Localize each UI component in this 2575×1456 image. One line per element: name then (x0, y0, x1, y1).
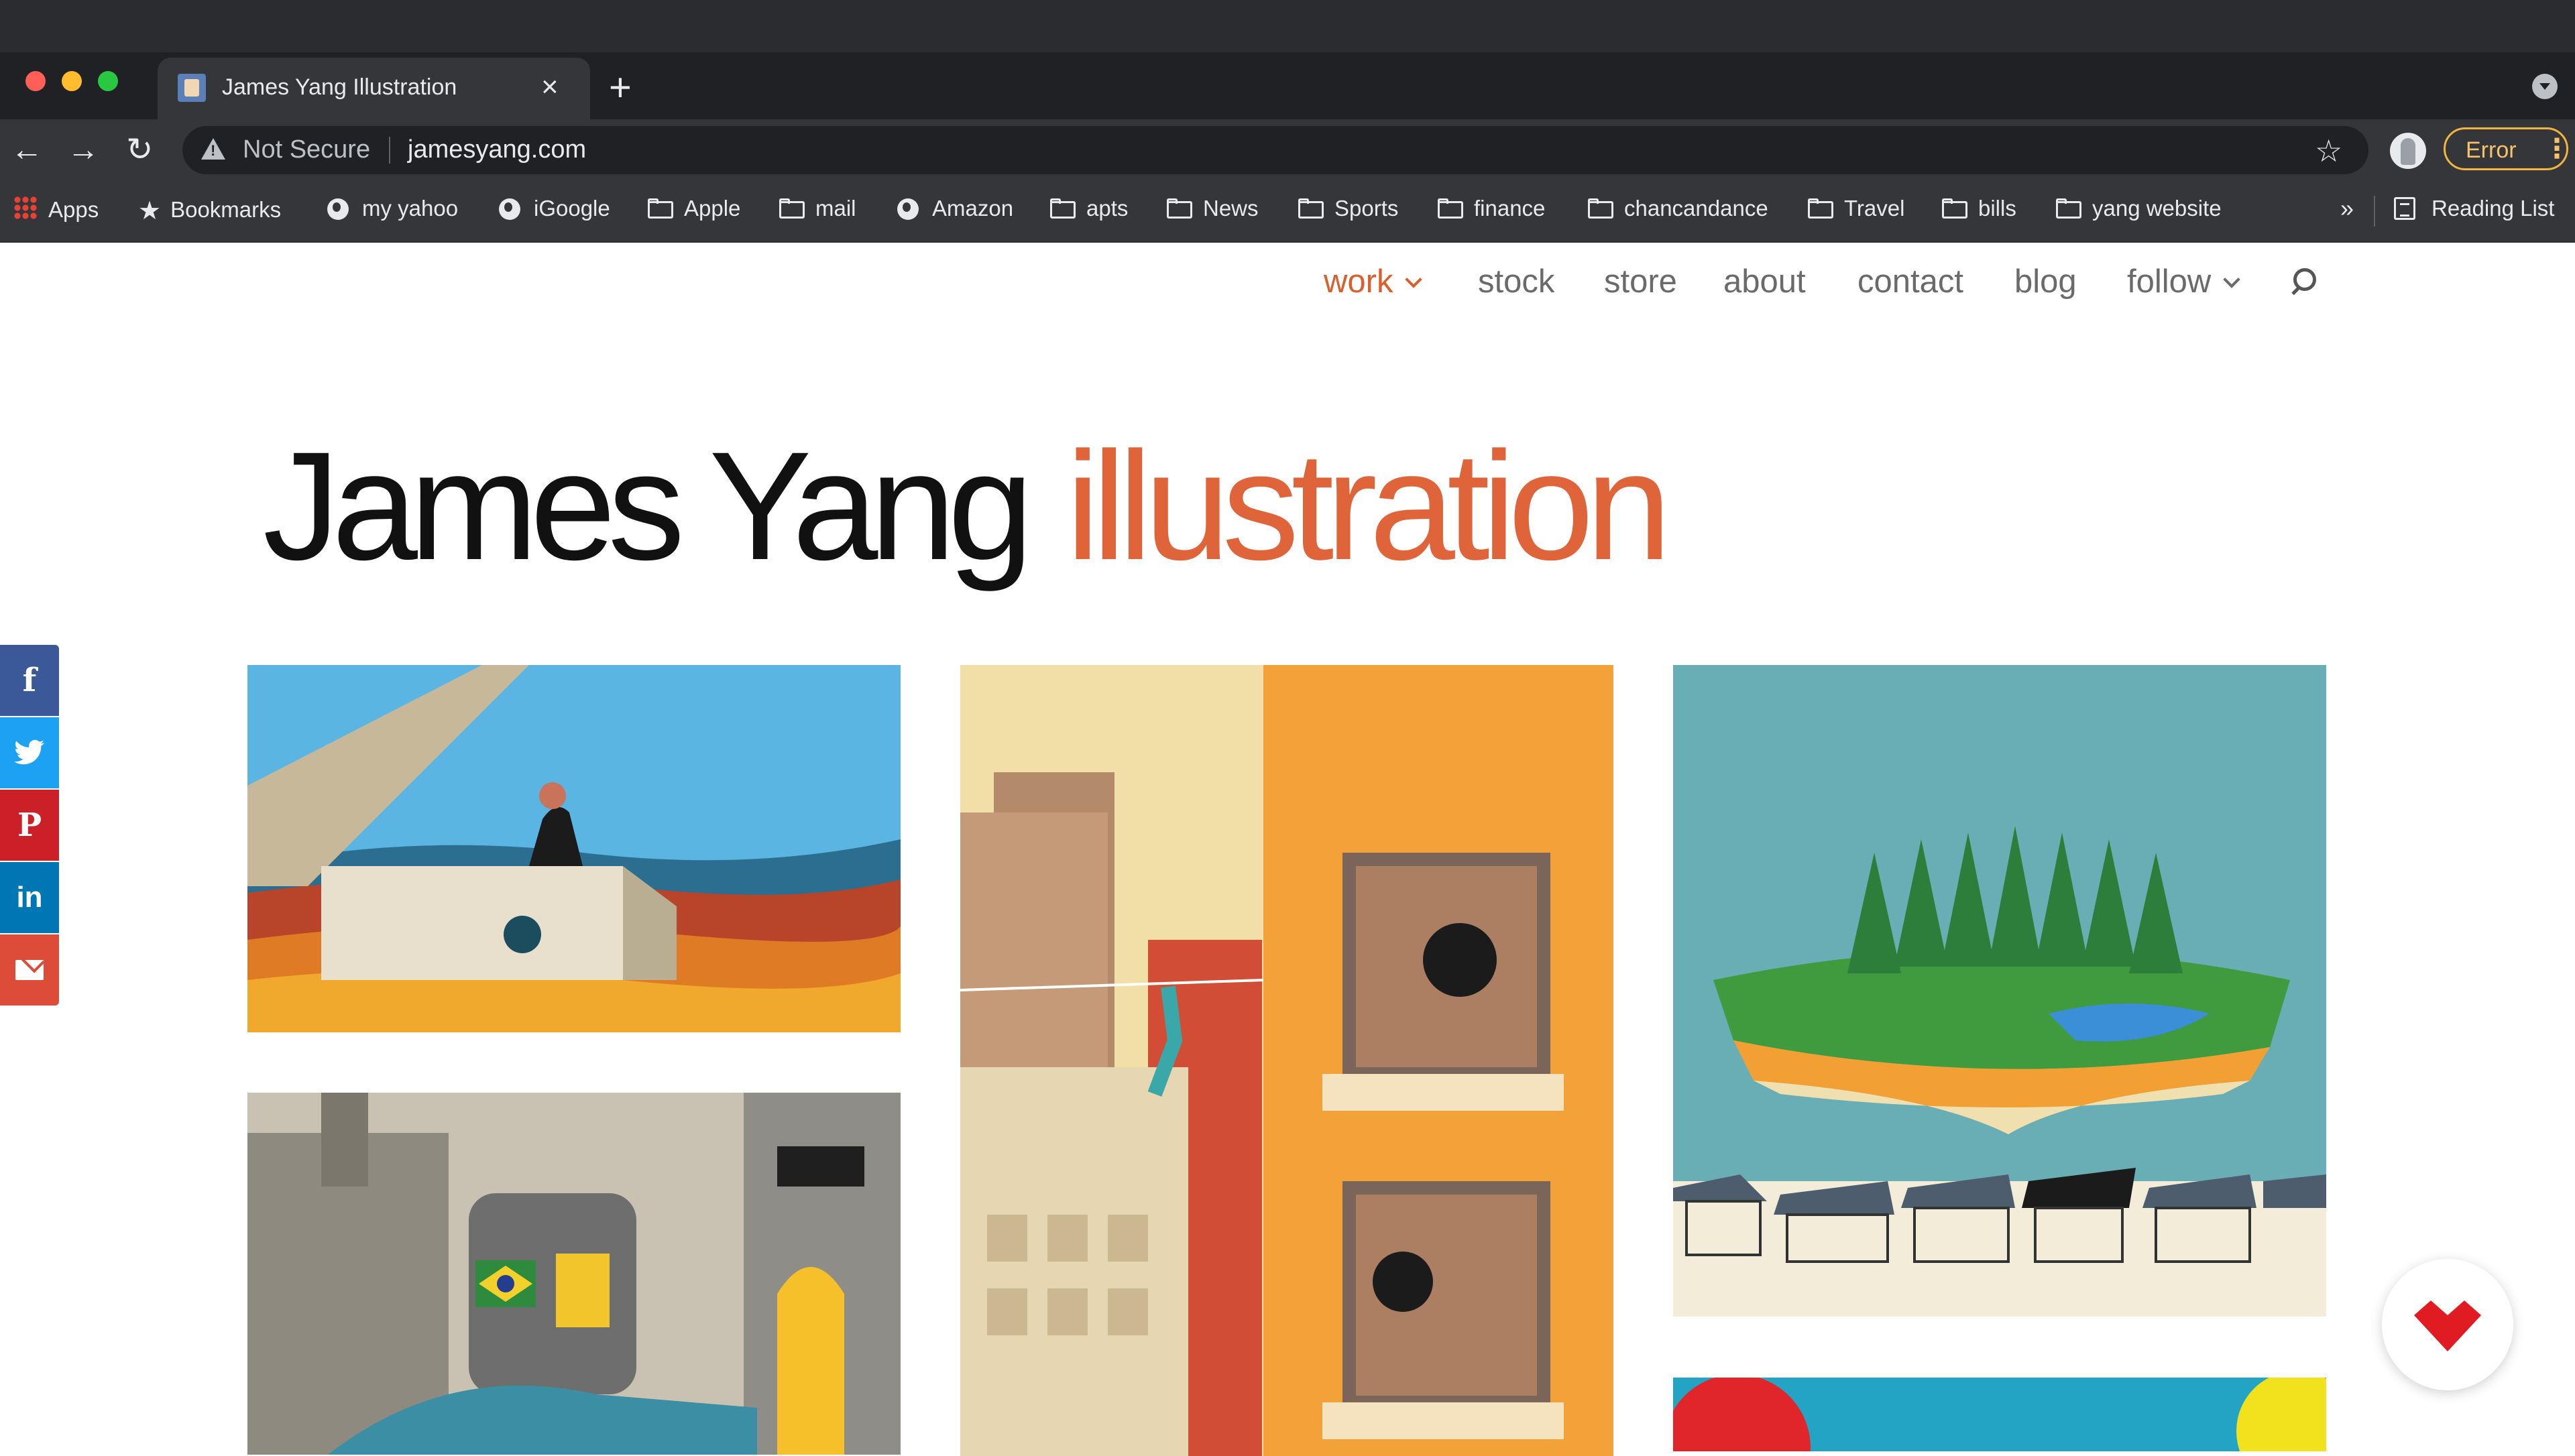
error-button[interactable]: Error ⋮ (2444, 127, 2570, 170)
forward-button[interactable]: → (67, 131, 99, 169)
pinterest-share-button[interactable]: P (0, 790, 59, 861)
portfolio-tile-city-windows[interactable] (960, 665, 1613, 1456)
nav-about[interactable]: about (1723, 263, 1806, 300)
bookmark-apple[interactable]: Apple (648, 196, 740, 221)
close-window-button[interactable] (25, 71, 46, 91)
globe-icon (896, 198, 921, 220)
heart-icon (2414, 1300, 2481, 1351)
bookmark-apts[interactable]: apts (1050, 196, 1128, 221)
floating-heart-widget[interactable] (2382, 1259, 2513, 1390)
folder-icon (1167, 198, 1192, 219)
apps-grid-icon (13, 196, 38, 220)
window-titlebar (0, 0, 2575, 52)
site-logo[interactable]: James Yang illustration (263, 429, 1672, 583)
portfolio-tile-desert[interactable] (247, 665, 901, 1032)
tab-title: James Yang Illustration (222, 74, 457, 100)
bookmarks-divider (2374, 196, 2375, 227)
bookmark-sports[interactable]: Sports (1298, 196, 1398, 221)
bookmark-apps[interactable]: Apps (13, 196, 99, 223)
folder-icon (1808, 198, 1833, 219)
back-button[interactable]: ← (11, 131, 43, 169)
url-text[interactable]: jamesyang.com (408, 135, 586, 164)
island-illustration (1673, 665, 2326, 1317)
site-navigation: work stock store about contact blog foll… (0, 263, 2575, 307)
minimize-window-button[interactable] (62, 71, 82, 91)
nav-stock[interactable]: stock (1478, 263, 1554, 300)
reading-list-icon (2394, 197, 2415, 220)
folder-icon (779, 198, 805, 219)
logo-word: illustration (1066, 420, 1671, 592)
twitter-share-button[interactable] (0, 717, 59, 788)
linkedin-icon: in (16, 881, 43, 914)
bookmarks-overflow-button[interactable]: » (2340, 194, 2354, 223)
chevron-down-icon (1405, 271, 1423, 288)
bookmark-star-icon[interactable]: ☆ (2315, 133, 2342, 169)
warning-icon[interactable] (201, 138, 225, 160)
bookmark-mail[interactable]: mail (779, 196, 856, 221)
bookmark-finance[interactable]: finance (1438, 196, 1545, 221)
error-label: Error (2466, 137, 2517, 163)
bookmark-chancandance[interactable]: chancandance (1588, 196, 1768, 221)
folder-icon (1942, 198, 1967, 219)
bookmark-bookmarks[interactable]: ★ Bookmarks (138, 196, 281, 226)
facebook-share-button[interactable]: f (0, 645, 59, 716)
mail-icon (15, 960, 44, 980)
menu-dots-icon: ⋮ (2543, 134, 2570, 164)
nav-blog[interactable]: blog (2014, 263, 2077, 300)
favicon-icon (178, 74, 206, 102)
folder-icon (2056, 198, 2081, 219)
tab-close-icon[interactable]: × (541, 70, 559, 105)
security-indicator[interactable]: Not Secure (243, 135, 370, 164)
address-bar[interactable]: Not Secure jamesyang.com ☆ (182, 126, 2368, 174)
chevron-down-icon (2223, 271, 2241, 288)
email-share-button[interactable] (0, 934, 59, 1006)
globe-icon (498, 198, 523, 220)
nav-contact[interactable]: contact (1857, 263, 1963, 300)
bookmark-amazon[interactable]: Amazon (896, 196, 1013, 221)
bookmark-igoogle[interactable]: iGoogle (498, 196, 610, 221)
welder-illustration (247, 1093, 901, 1455)
browser-tab-active[interactable]: James Yang Illustration × (158, 58, 590, 119)
bookmark-news[interactable]: News (1167, 196, 1259, 221)
profile-avatar[interactable] (2390, 133, 2426, 169)
reading-list-button[interactable]: Reading List (2394, 196, 2554, 221)
linkedin-share-button[interactable]: in (0, 862, 59, 933)
reload-button[interactable]: ↻ (126, 131, 153, 169)
bookmark-my-yahoo[interactable]: my yahoo (326, 196, 458, 221)
nav-store[interactable]: store (1604, 263, 1677, 300)
desert-illustration (247, 665, 901, 1032)
folder-icon (1588, 198, 1613, 219)
portfolio-tile-partial[interactable] (1673, 1378, 2326, 1451)
address-divider (389, 137, 390, 164)
city-illustration (960, 665, 1613, 1456)
logo-name: James Yang (263, 420, 1033, 592)
folder-icon (1050, 198, 1076, 219)
folder-icon (648, 198, 673, 219)
tab-search-icon[interactable] (2532, 74, 2558, 99)
globe-icon (326, 198, 351, 220)
pinterest-icon: P (17, 806, 42, 844)
new-tab-button[interactable]: + (609, 64, 632, 111)
bookmarks-bar: Apps ★ Bookmarks my yahoo iGoogle Apple m… (0, 181, 2575, 243)
folder-icon (1298, 198, 1324, 219)
social-share-rail: f P in (0, 645, 59, 1007)
star-icon: ★ (138, 197, 162, 225)
maximize-window-button[interactable] (98, 71, 118, 91)
folder-icon (1438, 198, 1463, 219)
nav-work[interactable]: work (1324, 263, 1423, 300)
facebook-icon: f (22, 662, 37, 699)
bookmark-travel[interactable]: Travel (1808, 196, 1904, 221)
twitter-icon (14, 739, 44, 765)
search-icon[interactable] (2293, 268, 2316, 291)
portfolio-tile-welder[interactable] (247, 1093, 901, 1455)
bookmark-bills[interactable]: bills (1942, 196, 2016, 221)
bookmark-yang-website[interactable]: yang website (2056, 196, 2222, 221)
portfolio-tile-floating-island[interactable] (1673, 665, 2326, 1317)
partial-illustration (1673, 1378, 2326, 1451)
nav-follow[interactable]: follow (2127, 263, 2241, 300)
